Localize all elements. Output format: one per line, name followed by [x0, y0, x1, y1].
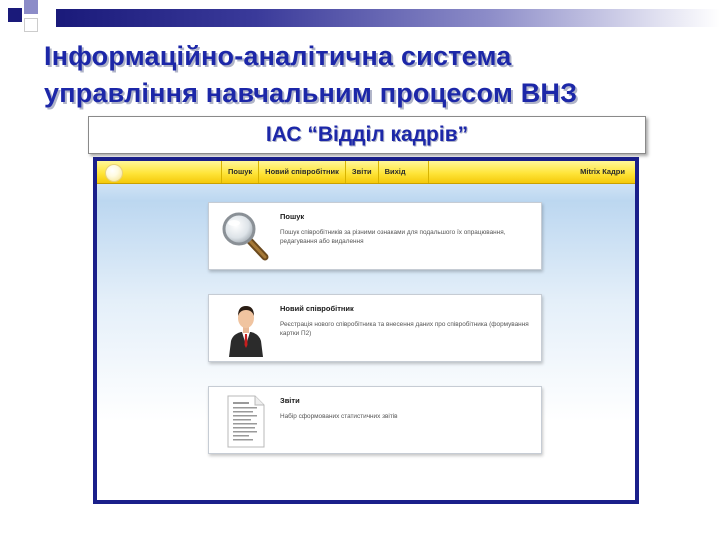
deco-square-white — [24, 18, 38, 32]
app-brand: Mitrix Кадри — [580, 167, 625, 176]
deco-square-white-2 — [40, 8, 54, 22]
app-header: Пошук Новий співробітник Звіти Вихід Mit… — [97, 161, 635, 184]
new-employee-card-title: Новий співробітник — [280, 304, 354, 313]
slide-title-line2: управління навчальним процесом ВНЗ — [44, 78, 578, 108]
reports-card-description: Набір сформованих статистичних звітів — [280, 413, 398, 420]
search-card[interactable]: Пошук Пошук співробітників за різними оз… — [208, 202, 542, 270]
reports-card-title: Звіти — [280, 396, 300, 405]
nav-exit[interactable]: Вихід — [377, 161, 429, 183]
nav-search[interactable]: Пошук — [221, 161, 258, 183]
deco-square-dark — [8, 8, 22, 22]
slide-title: Інформаційно-аналітична система управлін… — [44, 38, 577, 112]
search-card-title: Пошук — [280, 212, 305, 221]
nav-new-employee[interactable]: Новий співробітник — [258, 161, 345, 183]
search-card-description: Пошук співробітників за різними ознаками… — [280, 229, 506, 245]
slide-subtitle: ІАС “Відділ кадрів” — [265, 123, 469, 146]
new-employee-card-description: Реєстрація нового співробітника та внесе… — [280, 321, 529, 337]
new-employee-card[interactable]: Новий співробітник Реєстрація нового спі… — [208, 294, 542, 362]
app-logo-icon[interactable] — [105, 164, 123, 182]
slide-title-line1: Інформаційно-аналітична система — [44, 41, 512, 71]
main-nav: Пошук Новий співробітник Звіти Вихід — [221, 161, 429, 183]
reports-card[interactable]: Звіти Набір сформованих статистичних зві… — [208, 386, 542, 454]
decorative-gradient-band — [56, 9, 720, 27]
nav-reports[interactable]: Звіти — [344, 161, 378, 183]
slide-subtitle-box: ІАС “Відділ кадрів” — [88, 116, 646, 154]
magnifier-icon — [219, 209, 273, 265]
employee-icon — [219, 301, 273, 357]
report-document-icon — [219, 393, 273, 449]
decorative-squares — [0, 0, 60, 40]
app-window: Пошук Новий співробітник Звіти Вихід Mit… — [93, 157, 639, 504]
deco-square-light — [24, 0, 38, 14]
